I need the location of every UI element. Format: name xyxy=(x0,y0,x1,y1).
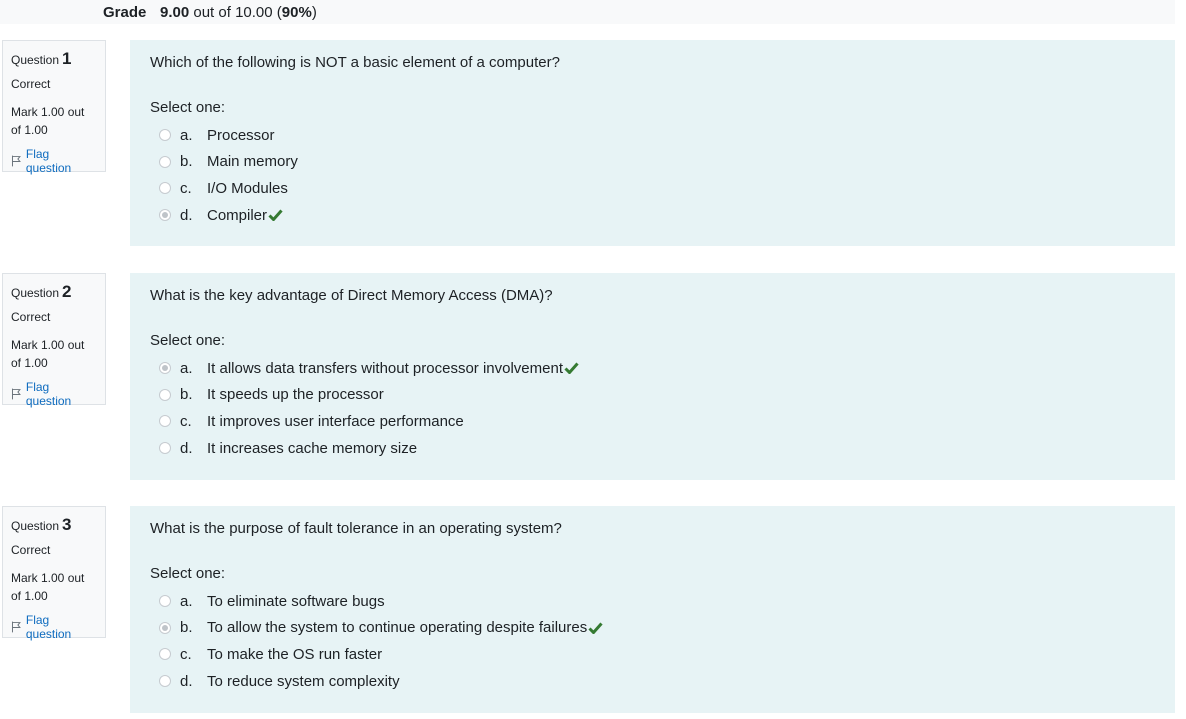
radio-button[interactable] xyxy=(159,595,171,608)
radio-button[interactable] xyxy=(159,182,171,195)
radio-button[interactable] xyxy=(159,129,171,142)
answer-list: a. To eliminate software bugs b. To allow … xyxy=(150,588,1155,694)
option-letter: b. xyxy=(180,619,193,637)
option-text: Compiler xyxy=(207,206,268,224)
question-mark: Mark 1.00 out of 1.00 xyxy=(11,338,85,370)
option-text: Main memory xyxy=(207,153,298,171)
question-1-content: Which of the following is NOT a basic el… xyxy=(130,40,1175,246)
option-letter: b. xyxy=(180,153,193,171)
answer-option-b[interactable]: b. To allow the system to continue operat… xyxy=(150,615,1155,642)
option-letter: d. xyxy=(180,206,193,224)
option-text: To reduce system complexity xyxy=(207,672,400,690)
question-state: Correct xyxy=(11,543,51,557)
question-label: Question xyxy=(11,53,60,67)
question-number: Question 3 xyxy=(11,515,97,535)
option-text: To eliminate software bugs xyxy=(207,592,385,610)
question-label: Question xyxy=(11,286,60,300)
option-text: It speeds up the processor xyxy=(207,386,384,404)
question-number-value: 2 xyxy=(62,282,72,301)
grade-summary-bar: Grade 9.00 out of 10.00 (90%) xyxy=(0,0,1175,24)
option-text: I/O Modules xyxy=(207,179,288,197)
question-1-info: Question 1 Correct Mark 1.00 out of 1.00 … xyxy=(2,40,106,175)
select-one-prompt: Select one: xyxy=(150,565,226,582)
answer-option-d[interactable]: d. Compiler xyxy=(150,202,1155,229)
grade-label: Grade xyxy=(103,4,147,21)
question-number-value: 1 xyxy=(62,49,72,68)
grade-value: 9.00 out of 10.00 (90%) xyxy=(160,4,317,21)
answer-option-c[interactable]: c. It improves user interface performance xyxy=(150,408,1155,435)
option-letter: c. xyxy=(180,179,192,197)
radio-button-selected[interactable] xyxy=(159,362,171,375)
select-one-prompt: Select one: xyxy=(150,332,226,349)
flag-question-button[interactable]: Flag question xyxy=(11,380,97,408)
option-letter: b. xyxy=(180,386,193,404)
correct-check-icon xyxy=(268,209,283,222)
answer-option-c[interactable]: c. I/O Modules xyxy=(150,175,1155,202)
select-one-prompt: Select one: xyxy=(150,99,226,116)
option-letter: a. xyxy=(180,592,193,610)
answer-list: a. Processor b. Main memory c. I/O Modules … xyxy=(150,122,1155,228)
option-letter: a. xyxy=(180,126,193,144)
option-text: It allows data transfers without process… xyxy=(207,359,563,377)
question-2-info: Question 2 Correct Mark 1.00 out of 1.00 … xyxy=(2,273,106,408)
question-state: Correct xyxy=(11,310,51,324)
radio-button[interactable] xyxy=(159,675,171,688)
question-number-value: 3 xyxy=(62,515,72,534)
option-text: To allow the system to continue operatin… xyxy=(207,619,588,637)
grade-close: ) xyxy=(311,4,317,21)
radio-button[interactable] xyxy=(159,648,171,661)
option-letter: c. xyxy=(180,412,192,430)
flag-question-label: Flag question xyxy=(25,380,72,408)
option-letter: d. xyxy=(180,439,193,457)
option-text: Processor xyxy=(207,126,275,144)
flag-question-button[interactable]: Flag question xyxy=(11,147,97,175)
radio-button[interactable] xyxy=(159,415,171,428)
flag-icon xyxy=(11,388,21,400)
radio-button-selected[interactable] xyxy=(159,209,171,222)
flag-question-button[interactable]: Flag question xyxy=(11,613,97,641)
option-text: It increases cache memory size xyxy=(207,439,418,457)
option-text: To make the OS run faster xyxy=(207,645,383,663)
radio-button[interactable] xyxy=(159,155,171,168)
grade-percent: 90% xyxy=(281,4,312,21)
question-text: Which of the following is NOT a basic el… xyxy=(150,54,560,71)
question-text: What is the purpose of fault tolerance i… xyxy=(150,520,562,537)
correct-check-icon xyxy=(588,622,603,634)
question-3-info: Question 3 Correct Mark 1.00 out of 1.00 … xyxy=(2,506,106,641)
question-text: What is the key advantage of Direct Memo… xyxy=(150,287,553,304)
answer-option-b[interactable]: b. It speeds up the processor xyxy=(150,382,1155,409)
question-label: Question xyxy=(11,519,60,533)
answer-option-c[interactable]: c. To make the OS run faster xyxy=(150,641,1155,668)
radio-button[interactable] xyxy=(159,388,171,401)
radio-button[interactable] xyxy=(159,442,171,455)
flag-icon xyxy=(11,155,21,167)
answer-option-a[interactable]: a. To eliminate software bugs xyxy=(150,588,1155,615)
option-letter: d. xyxy=(180,672,193,690)
correct-check-icon xyxy=(564,362,579,375)
answer-option-d[interactable]: d. To reduce system complexity xyxy=(150,668,1155,695)
answer-list: a. It allows data transfers without proce… xyxy=(150,355,1155,461)
grade-score: 9.00 xyxy=(160,4,190,21)
grade-out-of: out of 10.00 ( xyxy=(189,4,282,21)
question-number: Question 1 xyxy=(11,49,97,69)
answer-option-b[interactable]: b. Main memory xyxy=(150,149,1155,176)
question-state: Correct xyxy=(11,77,51,91)
question-mark: Mark 1.00 out of 1.00 xyxy=(11,105,85,137)
answer-option-d[interactable]: d. It increases cache memory size xyxy=(150,435,1155,462)
option-letter: a. xyxy=(180,359,193,377)
question-3-content: What is the purpose of fault tolerance i… xyxy=(130,506,1175,713)
radio-button-selected[interactable] xyxy=(159,621,171,634)
answer-option-a[interactable]: a. It allows data transfers without proce… xyxy=(150,355,1155,382)
flag-question-label: Flag question xyxy=(25,613,72,641)
option-letter: c. xyxy=(180,645,192,663)
question-mark: Mark 1.00 out of 1.00 xyxy=(11,571,85,603)
flag-question-label: Flag question xyxy=(25,147,72,175)
question-2-content: What is the key advantage of Direct Memo… xyxy=(130,273,1175,480)
flag-icon xyxy=(11,621,21,633)
question-number: Question 2 xyxy=(11,282,97,302)
option-text: It improves user interface performance xyxy=(207,412,464,430)
answer-option-a[interactable]: a. Processor xyxy=(150,122,1155,149)
